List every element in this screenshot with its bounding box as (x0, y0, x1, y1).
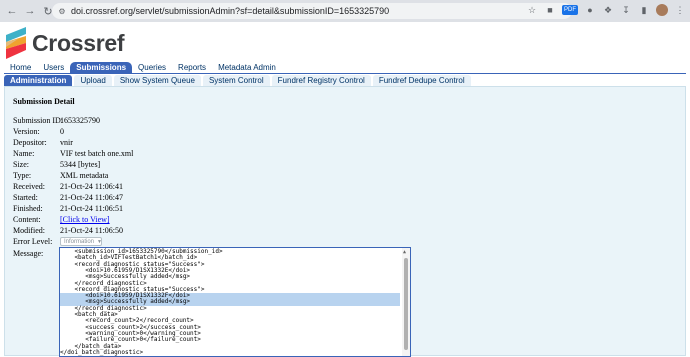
message-textarea[interactable]: <submission_id>1653325790</submission_id… (59, 247, 411, 357)
profile-avatar[interactable] (656, 4, 668, 16)
tab-show-system-queue[interactable]: Show System Queue (113, 75, 201, 86)
name-value: VIF test batch one.xml (60, 149, 134, 158)
back-icon[interactable]: ← (4, 3, 20, 19)
message-label: Message: (13, 249, 44, 258)
download-icon[interactable]: ↧ (620, 4, 632, 16)
submission-id-value: 1653325790 (60, 116, 100, 125)
sidebar-icon[interactable]: ▮ (638, 4, 650, 16)
tab-fundref-registry-control[interactable]: Fundref Registry Control (271, 75, 371, 86)
menu-dots-icon[interactable]: ⋮ (674, 4, 686, 16)
modified-value: 21-Oct-24 11:06:50 (60, 226, 124, 235)
field-label: Submission ID: (13, 116, 64, 125)
pdf-extension-icon[interactable]: PDF (562, 5, 578, 15)
crossref-logo[interactable]: Crossref (4, 25, 125, 61)
error-level-label: Error Level: (13, 237, 53, 246)
crossref-logo-icon (6, 27, 26, 59)
field-label: Size: (13, 160, 29, 169)
field-label: Version: (13, 127, 40, 136)
sub-nav: Administration Upload Show System Queue … (4, 75, 471, 86)
message-line: </doi_batch_diagnostic> (60, 348, 144, 356)
logo-text: Crossref (32, 29, 125, 56)
scroll-thumb[interactable] (404, 258, 408, 350)
extension-icon-1[interactable]: ■ (544, 4, 556, 16)
depositor-value: vnir (60, 138, 73, 147)
field-label: Name: (13, 149, 35, 158)
site-info-icon[interactable]: ⚙ (58, 7, 66, 16)
received-value: 21-Oct-24 11:06:41 (60, 182, 124, 191)
field-label: Depositor: (13, 138, 47, 147)
started-value: 21-Oct-24 11:06:47 (60, 193, 124, 202)
tab-administration[interactable]: Administration (4, 75, 73, 86)
error-level-select[interactable]: Information ▼ (60, 237, 102, 246)
nav-divider (4, 73, 686, 74)
field-label: Finished: (13, 204, 43, 213)
tab-system-control[interactable]: System Control (202, 75, 270, 86)
tab-upload[interactable]: Upload (74, 75, 112, 86)
bookmark-star-icon[interactable]: ☆ (526, 4, 538, 16)
message-scrollbar[interactable]: ▲ ▼ (402, 248, 410, 356)
address-bar[interactable]: ⚙ doi.crossref.org/servlet/submissionAdm… (52, 3, 572, 19)
field-label: Content: (13, 215, 41, 224)
tab-fundref-dedupe-control[interactable]: Fundref Dedupe Control (372, 75, 471, 86)
click-to-view-link[interactable]: [Click to View] (60, 215, 110, 224)
submission-detail-panel: Submission Detail Submission ID: 1653325… (4, 86, 686, 357)
chevron-down-icon: ▼ (97, 238, 102, 245)
forward-icon[interactable]: → (22, 3, 38, 19)
version-value: 0 (60, 127, 64, 136)
error-level-value: Information (64, 238, 95, 245)
size-value: 5344 [bytes] (60, 160, 101, 169)
url-text: doi.crossref.org/servlet/submissionAdmin… (71, 6, 390, 16)
type-value: XML metadata (60, 171, 109, 180)
field-label: Received: (13, 182, 45, 191)
field-label: Type: (13, 171, 32, 180)
field-label: Started: (13, 193, 38, 202)
finished-value: 21-Oct-24 11:06:51 (60, 204, 124, 213)
scroll-up-icon[interactable]: ▲ (403, 249, 406, 255)
field-label: Modified: (13, 226, 45, 235)
extensions-puzzle-icon[interactable]: ❖ (602, 4, 614, 16)
browser-toolbar: ← → ↻ ⚙ doi.crossref.org/servlet/submiss… (0, 0, 690, 22)
section-title: Submission Detail (13, 97, 75, 106)
extension-icon-2[interactable]: ● (584, 4, 596, 16)
